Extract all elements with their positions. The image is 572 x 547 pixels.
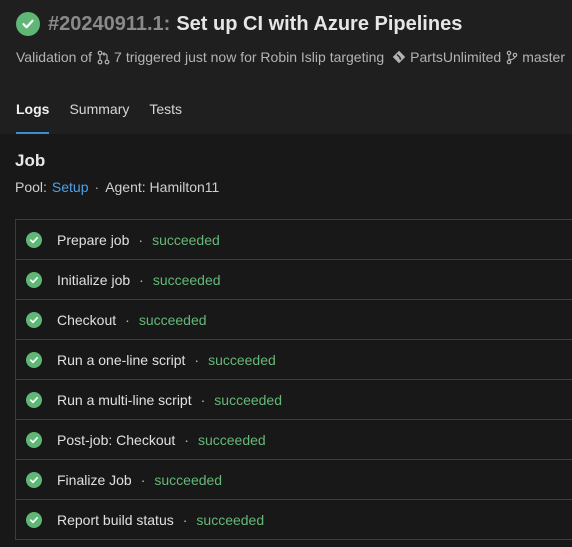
subtitle-middle: triggered just now for Robin Islip targe… [125, 49, 385, 65]
tab-bar: Logs Summary Tests [16, 101, 202, 134]
step-row[interactable]: Report build status · succeeded [16, 500, 572, 540]
step-status: succeeded [152, 271, 221, 288]
step-status: succeeded [138, 311, 207, 328]
step-name: Report build status [57, 511, 174, 528]
pull-request-icon [97, 50, 110, 65]
step-separator: · [125, 311, 130, 328]
step-name: Checkout [57, 311, 117, 328]
step-separator: · [194, 351, 200, 368]
step-separator: · [140, 471, 146, 488]
branch-link[interactable]: master [522, 49, 565, 65]
success-check-icon [26, 311, 42, 328]
step-row[interactable]: Run a multi-line script · succeeded [16, 380, 572, 420]
repo-icon [392, 50, 406, 64]
step-status: succeeded [152, 231, 220, 248]
step-name: Post-job: Checkout [57, 431, 176, 448]
step-separator: · [138, 231, 144, 248]
pool-label: Pool: [15, 179, 47, 195]
step-name: Run a multi-line script [57, 391, 192, 408]
pool-link[interactable]: Setup [52, 179, 89, 195]
step-separator: · [184, 431, 189, 448]
step-row[interactable]: Post-job: Checkout · succeeded [16, 420, 572, 460]
success-check-icon [26, 391, 42, 408]
step-separator: · [200, 391, 206, 408]
job-title: Job [15, 151, 46, 170]
step-row[interactable]: Initialize job · succeeded [16, 260, 572, 300]
steps-list: Prepare job · succeeded Initialize job · suc… [15, 219, 572, 540]
pull-request-link[interactable]: 7 [114, 49, 122, 65]
build-subtitle: Validation of 7 triggered just now for R… [16, 49, 565, 65]
tab-summary[interactable]: Summary [69, 101, 129, 134]
build-id: #20240911.1: [48, 12, 171, 35]
build-header: #20240911.1: Set up CI with Azure Pipeli… [0, 0, 572, 134]
step-status: succeeded [214, 391, 282, 408]
agent-text: Agent: Hamilton11 [105, 179, 220, 195]
logs-panel: Job Pool: Setup · Agent: Hamilton11 Prepare… [0, 134, 572, 547]
step-name: Initialize job [57, 271, 131, 288]
step-row[interactable]: Run a one-line script · succeeded [16, 340, 572, 380]
tab-logs[interactable]: Logs [16, 101, 50, 134]
step-status: succeeded [154, 471, 223, 488]
success-check-icon [26, 271, 42, 288]
step-name: Prepare job [57, 231, 130, 248]
step-name: Finalize Job [57, 471, 132, 488]
branch-icon [506, 50, 518, 65]
subtitle-prefix: Validation of [16, 49, 93, 65]
step-status: succeeded [208, 351, 276, 368]
step-name: Run a one-line script [57, 351, 186, 368]
success-check-icon [26, 471, 42, 488]
build-title: Set up CI with Azure Pipelines [176, 12, 463, 35]
repo-link[interactable]: PartsUnlimited [410, 49, 501, 65]
success-check-icon [26, 511, 42, 528]
step-status: succeeded [197, 431, 266, 448]
success-check-icon [26, 431, 42, 448]
tab-tests[interactable]: Tests [149, 101, 182, 134]
step-separator: · [139, 271, 144, 288]
job-pool-line: Pool: Setup · Agent: Hamilton11 [15, 179, 219, 195]
pool-separator: · [94, 179, 100, 195]
step-row[interactable]: Prepare job · succeeded [16, 220, 572, 260]
step-row[interactable]: Checkout · succeeded [16, 300, 572, 340]
build-title-row: #20240911.1: Set up CI with Azure Pipeli… [16, 12, 462, 36]
step-row[interactable]: Finalize Job · succeeded [16, 460, 572, 500]
step-separator: · [182, 511, 188, 528]
success-check-icon [26, 351, 42, 368]
success-check-icon [16, 12, 40, 36]
success-check-icon [26, 231, 42, 248]
step-status: succeeded [196, 511, 265, 528]
